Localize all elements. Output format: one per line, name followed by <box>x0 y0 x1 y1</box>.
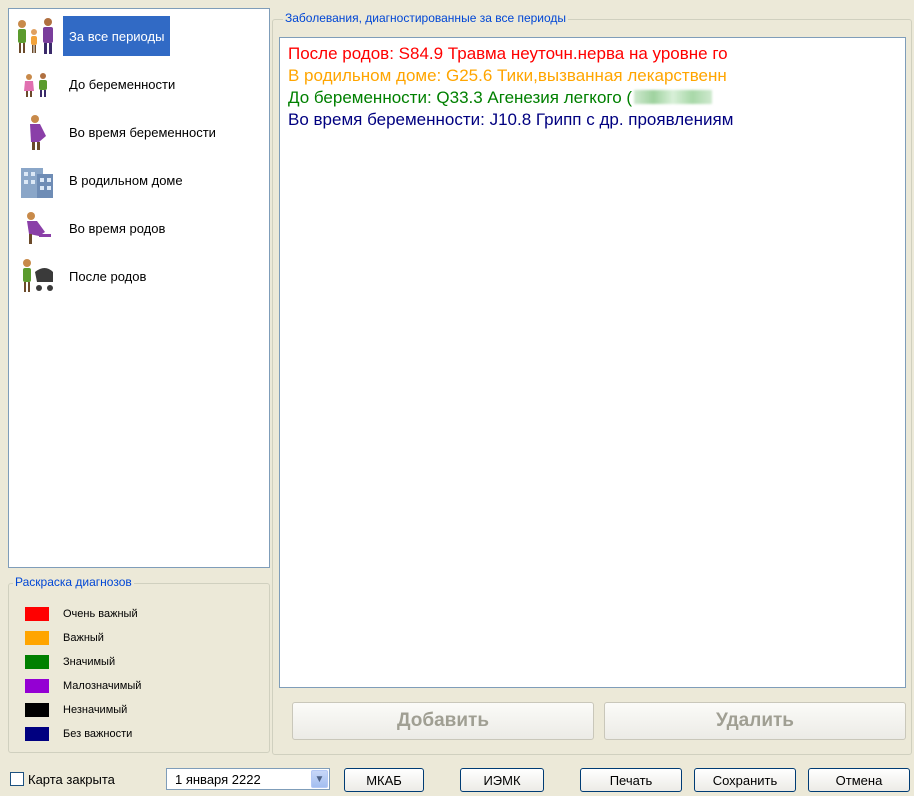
color-swatch <box>25 655 49 669</box>
legend-label: Малозначимый <box>63 680 142 692</box>
pregnant-icon <box>11 109 63 155</box>
print-button[interactable]: Печать <box>580 768 682 792</box>
date-value: 1 января 2222 <box>175 771 261 787</box>
legend-label: Очень важный <box>63 608 138 620</box>
period-label: Во время беременности <box>69 124 216 140</box>
period-item-during-pregnancy[interactable]: Во время беременности <box>11 109 267 155</box>
legend-item: Важный <box>25 631 104 645</box>
diagnosis-text: Во время беременности: J10.8 Грипп с др.… <box>288 110 734 129</box>
diagnosis-entry[interactable]: До беременности: Q33.3 Агенезия легкого … <box>280 87 905 109</box>
checkbox-box[interactable] <box>10 772 24 786</box>
period-label: В родильном доме <box>69 172 183 188</box>
period-list[interactable]: За все периоды До беременности Во время … <box>8 8 270 568</box>
period-label: До беременности <box>69 76 176 92</box>
diagnoses-list[interactable]: После родов: S84.9 Травма неуточн.нерва … <box>279 37 906 688</box>
legend-label: Значимый <box>63 656 116 668</box>
diagnosis-entry[interactable]: Во время беременности: J10.8 Грипп с др.… <box>280 109 905 131</box>
labor-icon <box>11 205 63 251</box>
color-swatch <box>25 607 49 621</box>
diagnosis-entry[interactable]: После родов: S84.9 Травма неуточн.нерва … <box>280 43 905 65</box>
diagnosis-text: В родильном доме: G25.6 Тики,вызванная л… <box>288 66 727 85</box>
diagnosis-color-legend: Раскраска диагнозов Очень важный Важный … <box>8 575 270 753</box>
couple-icon <box>11 61 63 107</box>
legend-item: Очень важный <box>25 607 138 621</box>
legend-item: Значимый <box>25 655 115 669</box>
diagnoses-group: Заболевания, диагностированные за все пе… <box>272 11 912 755</box>
diagnosis-entry[interactable]: В родильном доме: G25.6 Тики,вызванная л… <box>280 65 905 87</box>
legend-label: Без важности <box>63 728 133 740</box>
add-button[interactable]: Добавить <box>292 702 594 740</box>
diagnosis-text: После родов: S84.9 Травма неуточн.нерва … <box>288 44 728 63</box>
date-picker[interactable]: 1 января 2222 ▼ <box>166 768 330 790</box>
diagnosis-text: До беременности: Q33.3 Агенезия легкого … <box>288 88 633 107</box>
legend-item: Незначимый <box>25 703 127 717</box>
period-label: После родов <box>69 268 147 284</box>
period-label: За все периоды <box>63 16 171 56</box>
color-swatch <box>25 631 49 645</box>
save-button[interactable]: Сохранить <box>694 768 796 792</box>
delete-button[interactable]: Удалить <box>604 702 906 740</box>
legend-item: Малозначимый <box>25 679 141 693</box>
stroller-icon <box>11 253 63 299</box>
card-closed-label: Карта закрыта <box>28 771 115 787</box>
mkab-button[interactable]: МКАБ <box>344 768 424 792</box>
legend-item: Без важности <box>25 727 132 741</box>
period-item-all[interactable]: За все периоды <box>11 13 267 59</box>
family-icon <box>11 13 63 59</box>
cancel-button[interactable]: Отмена <box>808 768 910 792</box>
legend-label: Незначимый <box>63 704 128 716</box>
period-item-during-labor[interactable]: Во время родов <box>11 205 267 251</box>
color-swatch <box>25 727 49 741</box>
legend-label: Важный <box>63 632 104 644</box>
hospital-icon <box>11 157 63 203</box>
period-item-after-labor[interactable]: После родов <box>11 253 267 299</box>
iemk-button[interactable]: ИЭМК <box>460 768 544 792</box>
period-item-before-pregnancy[interactable]: До беременности <box>11 61 267 107</box>
color-swatch <box>25 679 49 693</box>
chevron-down-icon[interactable]: ▼ <box>311 770 328 788</box>
card-closed-checkbox[interactable]: Карта закрыта <box>10 770 115 788</box>
legend-caption: Раскраска диагнозов <box>13 575 134 589</box>
color-swatch <box>25 703 49 717</box>
diagnoses-caption: Заболевания, диагностированные за все пе… <box>283 11 569 25</box>
blurred-text <box>634 90 713 104</box>
period-item-maternity-hospital[interactable]: В родильном доме <box>11 157 267 203</box>
period-label: Во время родов <box>69 220 166 236</box>
